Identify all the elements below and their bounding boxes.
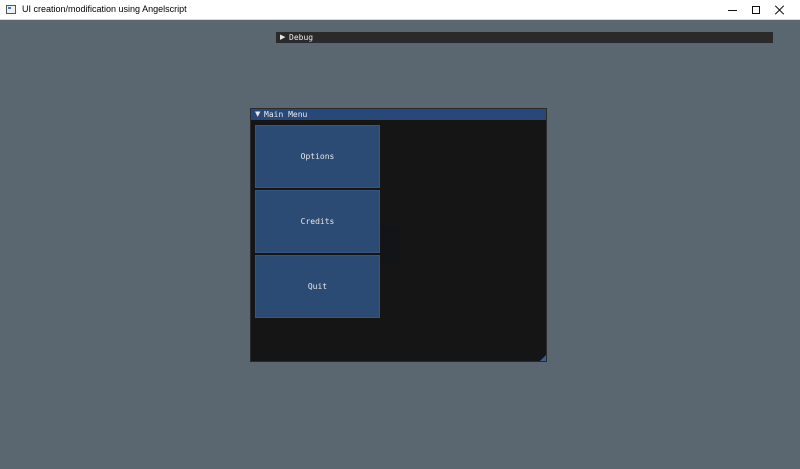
resize-grip-icon[interactable]	[540, 355, 546, 361]
triangle-down-icon[interactable]: ▼	[255, 110, 260, 118]
main-menu-title-bar[interactable]: ▼ Main Menu	[251, 109, 546, 120]
background-panel	[380, 226, 401, 263]
maximize-icon	[752, 6, 760, 14]
options-button[interactable]: Options	[255, 125, 380, 188]
triangle-right-icon[interactable]: ▶	[280, 33, 285, 41]
debug-window-title: Debug	[289, 33, 314, 42]
credits-button[interactable]: Credits	[255, 190, 380, 253]
window-title: UI creation/modification using Angelscri…	[22, 4, 187, 14]
close-icon	[775, 5, 785, 15]
app-window-icon	[6, 5, 16, 14]
main-menu-window: ▼ Main Menu Options Credits Quit	[250, 108, 547, 362]
close-button[interactable]	[760, 0, 800, 20]
quit-button[interactable]: Quit	[255, 255, 380, 318]
main-menu-title: Main Menu	[264, 110, 308, 119]
debug-window-header[interactable]: ▶ Debug	[276, 32, 773, 43]
os-title-bar[interactable]: UI creation/modification using Angelscri…	[0, 0, 800, 20]
